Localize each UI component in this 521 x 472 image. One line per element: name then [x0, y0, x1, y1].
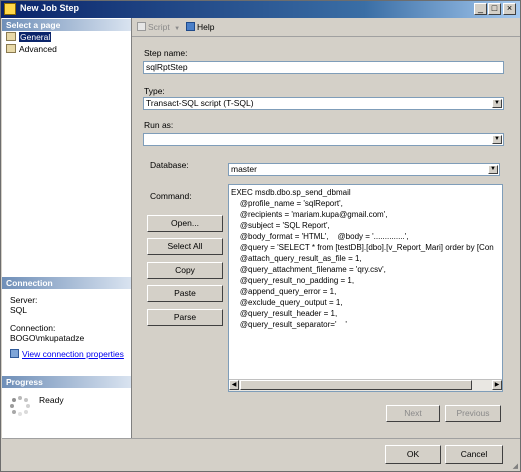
maximize-button[interactable]: □: [488, 3, 501, 15]
cancel-button[interactable]: Cancel: [445, 445, 503, 464]
dialog-footer: OK Cancel ◢: [2, 438, 520, 471]
step-name-label: Step name:: [144, 48, 188, 58]
page-item-advanced[interactable]: Advanced: [6, 44, 57, 55]
chevron-down-icon[interactable]: ▼: [488, 165, 498, 174]
previous-button[interactable]: Previous: [445, 405, 501, 422]
step-name-input[interactable]: sqlRptStep: [143, 61, 504, 74]
database-value: master: [231, 164, 257, 174]
job-step-icon: [4, 3, 16, 15]
window-title: New Job Step: [20, 3, 80, 13]
connection-label: Connection:: [10, 323, 56, 333]
command-line: @body_format = 'HTML', @body = '........…: [231, 232, 409, 241]
command-editor[interactable]: EXEC msdb.dbo.sp_send_dbmail @profile_na…: [228, 184, 503, 392]
title-bar[interactable]: New Job Step _ □ ×: [1, 1, 520, 18]
view-connection-properties-text[interactable]: View connection properties: [22, 349, 124, 359]
command-line: @query_result_header = 1,: [231, 309, 338, 318]
page-item-label: General: [19, 32, 52, 42]
command-line: @append_query_error = 1,: [231, 287, 337, 296]
connection-properties-icon: [10, 349, 19, 358]
progress-status: Ready: [39, 395, 64, 405]
connection-value: BOGO\mkupatadze: [10, 333, 85, 343]
chevron-down-icon[interactable]: ▼: [492, 135, 502, 144]
type-select[interactable]: Transact-SQL script (T-SQL) ▼: [143, 97, 504, 110]
advanced-page-icon: [6, 44, 16, 53]
server-value: SQL: [10, 305, 28, 315]
run-as-label: Run as:: [144, 120, 174, 130]
command-line: @exclude_query_output = 1,: [231, 298, 343, 307]
connection-header: Connection: [2, 277, 131, 289]
command-line: @profile_name = 'sqlReport',: [231, 199, 343, 208]
run-as-select[interactable]: ▼: [143, 133, 504, 146]
command-line: EXEC msdb.dbo.sp_send_dbmail: [231, 188, 351, 197]
ok-button[interactable]: OK: [385, 445, 441, 464]
type-label: Type:: [144, 86, 165, 96]
scroll-left-icon[interactable]: ◀: [229, 380, 239, 390]
script-button[interactable]: Script ▼: [137, 21, 180, 35]
scroll-right-icon[interactable]: ▶: [492, 380, 502, 390]
scroll-thumb[interactable]: [240, 380, 472, 390]
chevron-down-icon: ▼: [174, 26, 181, 32]
resize-grip-icon[interactable]: ◢: [513, 462, 518, 470]
command-line: @query_result_separator=' ': [231, 320, 347, 329]
progress-spinner-icon: [10, 396, 30, 416]
close-button[interactable]: ×: [503, 3, 516, 15]
help-icon: [186, 22, 195, 31]
command-line: @subject = 'SQL Report',: [231, 221, 330, 230]
command-line: @query = 'SELECT * from [testDB].[dbo].[…: [231, 243, 494, 252]
command-line: @attach_query_result_as_file = 1,: [231, 254, 362, 263]
next-button[interactable]: Next: [386, 405, 440, 422]
main-pane: Script ▼ Help Step name: sqlRptStep Type…: [132, 18, 520, 438]
command-label: Command:: [150, 191, 192, 201]
left-pane: Select a page General Advanced Connectio…: [2, 18, 132, 438]
minimize-button[interactable]: _: [474, 3, 487, 15]
help-button[interactable]: Help: [186, 21, 214, 33]
select-page-header: Select a page: [2, 19, 131, 31]
server-label: Server:: [10, 295, 38, 305]
open-button[interactable]: Open...: [147, 215, 223, 232]
command-line: @query_result_no_padding = 1,: [231, 276, 355, 285]
progress-header: Progress: [2, 376, 131, 388]
chevron-down-icon[interactable]: ▼: [492, 99, 502, 108]
page-item-label: Advanced: [19, 44, 57, 54]
paste-button[interactable]: Paste: [147, 285, 223, 302]
select-all-button[interactable]: Select All: [147, 238, 223, 255]
view-connection-properties-link[interactable]: View connection properties: [10, 349, 124, 359]
copy-button[interactable]: Copy: [147, 262, 223, 279]
page-item-general[interactable]: General: [6, 32, 52, 43]
type-value: Transact-SQL script (T-SQL): [146, 98, 254, 108]
toolbar: Script ▼ Help: [132, 18, 520, 37]
script-label: Script: [148, 22, 170, 32]
horizontal-scrollbar[interactable]: ◀ ▶: [229, 379, 502, 391]
general-page-icon: [6, 32, 16, 41]
command-line: @recipients = 'mariam.kupa@gmail.com',: [231, 210, 388, 219]
database-label: Database:: [150, 160, 189, 170]
command-line: @query_attachment_filename = 'qry.csv',: [231, 265, 386, 274]
parse-button[interactable]: Parse: [147, 309, 223, 326]
help-label: Help: [197, 22, 215, 32]
script-icon: [137, 22, 146, 31]
new-job-step-window: New Job Step _ □ × Select a page General…: [0, 0, 521, 472]
database-select[interactable]: master ▼: [228, 163, 500, 176]
